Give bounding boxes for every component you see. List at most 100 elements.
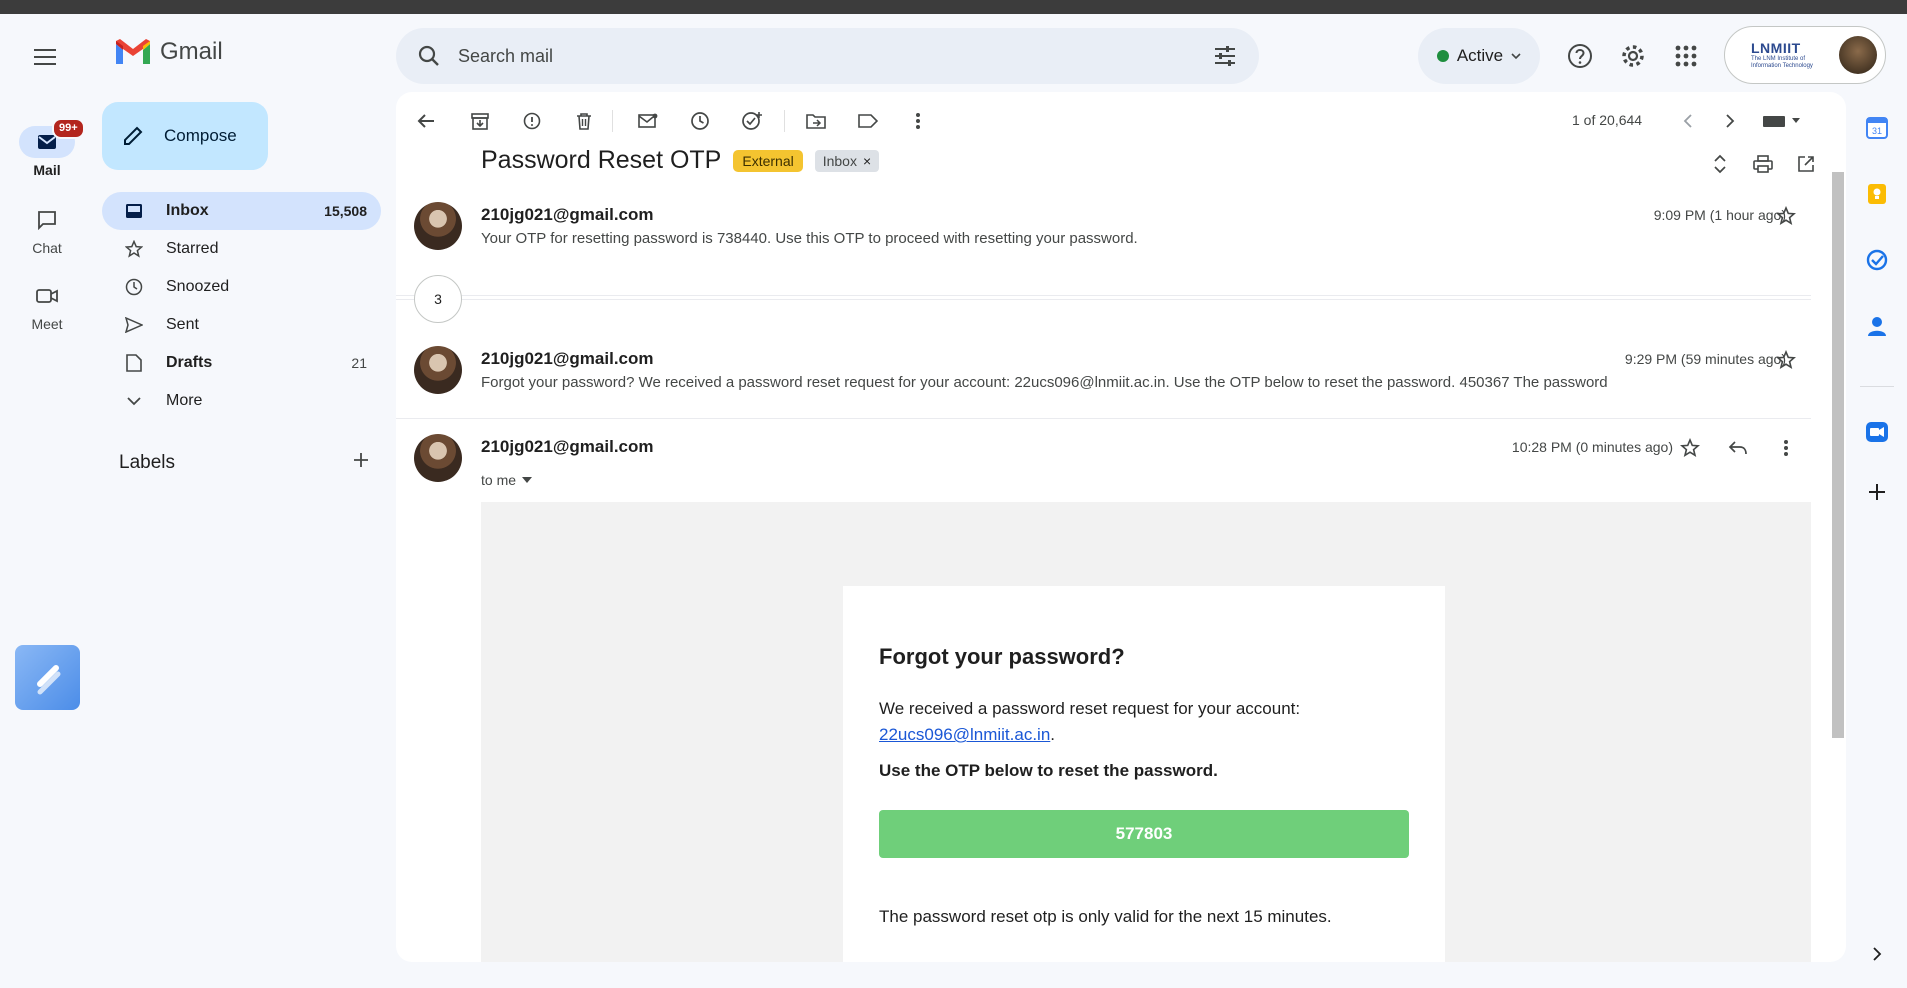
apps-grid-icon <box>1675 45 1697 67</box>
sidebar-nav: Inbox 15,508 Starred Snoozed Sent Drafts… <box>102 192 381 420</box>
more-actions-button[interactable] <box>904 107 932 135</box>
star-button[interactable] <box>1774 348 1798 372</box>
older-button[interactable] <box>1716 107 1744 135</box>
labels-button[interactable] <box>854 107 882 135</box>
email-card: Forgot your password? We received a pass… <box>843 586 1445 962</box>
rail-chat[interactable]: Chat <box>12 204 82 256</box>
archive-button[interactable] <box>466 107 494 135</box>
delete-button[interactable] <box>570 107 598 135</box>
move-to-button[interactable] <box>802 107 830 135</box>
search-input[interactable] <box>458 45 1213 67</box>
message-collapsed[interactable]: 210jg021@gmail.com Forgot your password?… <box>396 336 1821 412</box>
inbox-icon <box>124 201 144 221</box>
browser-strip <box>0 0 1907 14</box>
arrow-left-icon <box>417 114 434 128</box>
collapsed-messages-button[interactable]: 3 <box>414 275 462 323</box>
calendar-app-button[interactable]: 31 <box>1863 114 1891 142</box>
sidebar-item-label: Sent <box>166 316 199 333</box>
status-dropdown[interactable]: Active <box>1418 28 1540 84</box>
search-bar[interactable] <box>396 28 1259 84</box>
newer-button[interactable] <box>1674 107 1702 135</box>
add-label-button[interactable] <box>353 452 369 474</box>
tasks-icon <box>1866 249 1888 271</box>
compose-button[interactable]: Compose <box>102 102 268 170</box>
sidebar-item-more[interactable]: More <box>102 382 381 420</box>
settings-button[interactable] <box>1617 40 1649 72</box>
star-icon <box>1680 438 1700 458</box>
expand-all-button[interactable] <box>1706 150 1734 178</box>
account-switcher[interactable]: LNMIIT The LNM Institute of Information … <box>1724 26 1886 84</box>
sender-name: 210jg021@gmail.com <box>481 205 654 224</box>
snooze-button[interactable] <box>686 107 714 135</box>
reply-button[interactable] <box>1726 436 1750 460</box>
message-expanded-header: 210jg021@gmail.com 10:28 PM (0 minutes a… <box>396 426 1821 496</box>
mark-unread-button[interactable] <box>634 107 662 135</box>
main-menu-button[interactable] <box>28 40 62 74</box>
print-button[interactable] <box>1749 150 1777 178</box>
report-spam-button[interactable] <box>518 107 546 135</box>
sidebar-item-sent[interactable]: Sent <box>102 306 381 344</box>
rail-mail[interactable]: 99+ Mail <box>12 118 85 178</box>
sidebar-item-label: Snoozed <box>166 278 230 295</box>
help-button[interactable] <box>1564 40 1596 72</box>
avatar <box>1839 36 1877 74</box>
subject-title: Password Reset OTP <box>481 146 722 174</box>
sidebar-item-inbox[interactable]: Inbox 15,508 <box>102 192 381 230</box>
toolbar-divider <box>784 110 785 132</box>
input-tools-button[interactable] <box>1760 107 1804 135</box>
pager-text: 1 of 20,644 <box>1572 112 1643 128</box>
tasks-app-button[interactable] <box>1863 246 1891 274</box>
message-more-button[interactable] <box>1774 436 1798 460</box>
message-collapsed[interactable]: 210jg021@gmail.com Your OTP for resettin… <box>396 192 1821 268</box>
side-panel-divider <box>1860 386 1894 387</box>
sidebar-item-label: Inbox <box>166 202 209 219</box>
message-time: 9:29 PM (59 minutes ago) <box>1624 351 1786 367</box>
contacts-app-button[interactable] <box>1863 312 1891 340</box>
external-badge: External <box>733 149 803 172</box>
print-icon <box>1753 155 1773 173</box>
unread-badge: 99+ <box>52 118 85 139</box>
extension-app-icon[interactable] <box>15 645 80 710</box>
open-new-window-button[interactable] <box>1792 150 1820 178</box>
add-to-tasks-button[interactable] <box>738 107 766 135</box>
scrollbar[interactable] <box>1832 172 1844 738</box>
side-panel: 31 <box>1846 92 1907 972</box>
spam-icon <box>523 112 541 130</box>
gear-icon <box>1622 45 1644 67</box>
draft-icon <box>124 353 144 373</box>
remove-label-button[interactable]: × <box>863 153 871 169</box>
sidebar-item-snoozed[interactable]: Snoozed <box>102 268 381 306</box>
account-email-link[interactable]: 22ucs096@lnmiit.ac.in <box>879 725 1050 744</box>
rail-meet-label: Meet <box>31 316 63 332</box>
caret-down-icon <box>522 477 533 483</box>
star-button[interactable] <box>1774 204 1798 228</box>
gmail-m-icon <box>116 39 150 64</box>
hamburger-icon <box>34 49 56 65</box>
back-button[interactable] <box>412 107 440 135</box>
label-icon <box>858 114 878 128</box>
star-icon <box>1776 206 1796 226</box>
sidebar-item-drafts[interactable]: Drafts 21 <box>102 344 381 382</box>
avatar <box>414 346 462 394</box>
message-toolbar: 1 of 20,644 <box>396 92 1846 150</box>
org-subtitle: The LNM Institute of Information Technol… <box>1751 56 1813 69</box>
recipient-details[interactable]: to me <box>481 472 533 488</box>
star-button[interactable] <box>1678 436 1702 460</box>
rail-meet[interactable]: Meet <box>12 280 82 332</box>
plus-icon <box>354 453 368 467</box>
app-name: Gmail <box>160 38 223 65</box>
gmail-logo[interactable]: Gmail <box>114 38 223 66</box>
chevron-down-icon <box>124 391 144 411</box>
hide-side-panel-button[interactable] <box>1863 940 1891 968</box>
get-addons-button[interactable] <box>1863 478 1891 506</box>
rail-chat-label: Chat <box>32 240 62 256</box>
apps-button[interactable] <box>1670 40 1702 72</box>
collapsed-divider <box>396 295 1811 296</box>
filter-options-icon[interactable] <box>1213 45 1237 67</box>
meet-app-button[interactable] <box>1863 418 1891 446</box>
keep-icon <box>1868 184 1886 204</box>
sidebar-item-starred[interactable]: Starred <box>102 230 381 268</box>
email-instruction: Use the OTP below to reset the password. <box>879 761 1218 780</box>
app-rail: 99+ Mail Chat Meet <box>6 14 88 974</box>
keep-app-button[interactable] <box>1863 180 1891 208</box>
